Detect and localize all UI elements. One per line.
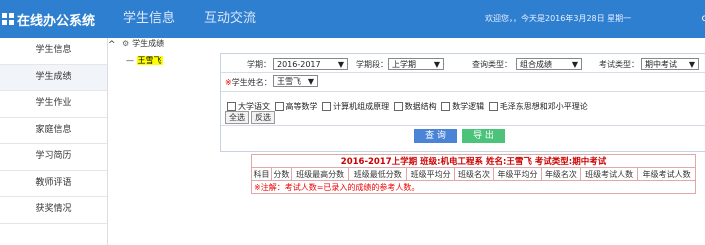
table-header: 班级最低分数 <box>348 167 407 181</box>
period-label: 学期段： <box>356 60 388 69</box>
sidebar-item-homework[interactable]: 学生作业 <box>0 91 107 118</box>
sidebar-item-student-info[interactable]: 学生信息 <box>0 38 107 65</box>
table-header: 班级最高分数 <box>290 167 350 181</box>
header-corner-text: c <box>701 13 705 24</box>
table-header: 科目 <box>251 167 272 181</box>
sidebar-item-family[interactable]: 家庭信息 <box>0 118 107 144</box>
table-header: 班级名次 <box>454 167 494 181</box>
query-type-value: 组合成绩 <box>520 60 552 69</box>
exam-type-value: 期中考试 <box>645 60 677 69</box>
select-all-button[interactable]: 全选 <box>225 111 249 124</box>
term-select[interactable]: 2016-2017 ▼ <box>273 58 348 70</box>
required-mark: ※ <box>225 78 232 87</box>
course-checkbox[interactable] <box>274 102 284 111</box>
app-brand: 在线办公系统 <box>0 0 95 38</box>
sidebar-item-teacher-comments[interactable]: 教师评语 <box>0 171 107 197</box>
course-label: 大学语文 <box>238 102 270 111</box>
course-label: 高等数学 <box>285 102 318 111</box>
course-checkbox[interactable] <box>488 102 498 111</box>
table-header: 班级平均分 <box>405 167 456 181</box>
breadcrumb-label: 学生成绩 <box>132 39 165 48</box>
export-button[interactable]: 导 出 <box>462 129 505 143</box>
nav-item-interaction[interactable]: 互动交流 <box>204 0 256 38</box>
chevron-down-icon: ▼ <box>571 60 578 69</box>
course-label: 数学逻辑 <box>452 102 485 111</box>
invert-selection-button[interactable]: 反选 <box>251 111 275 124</box>
chevron-down-icon: ▼ <box>307 77 314 86</box>
welcome-text: 欢迎您，，今天是2016年3月28日 星期一 <box>485 14 632 23</box>
table-header: 分数 <box>270 167 292 181</box>
student-name-select[interactable]: 王雪飞 ▼ <box>273 75 318 87</box>
student-name-label-text: 学生姓名： <box>231 78 272 87</box>
chevron-down-icon: ▼ <box>688 60 695 69</box>
course-checkbox-list: 大学语文 高等数学 计算机组成原理 数据结构 数学逻辑 毛泽东思想和邓小平理论 <box>225 101 588 112</box>
exam-type-label: 考试类型： <box>599 60 639 69</box>
course-checkbox[interactable] <box>393 102 403 111</box>
breadcrumb: ⚙ 学生成绩 <box>122 38 164 50</box>
sidebar-item-resume[interactable]: 学习简历 <box>0 144 107 171</box>
course-label: 毛泽东思想和邓小平理论 <box>499 102 588 111</box>
tree-student-node[interactable]: 王雪飞 <box>136 56 163 65</box>
query-type-select[interactable]: 组合成绩 ▼ <box>516 58 582 70</box>
course-checkbox[interactable] <box>441 102 451 111</box>
query-button[interactable]: 查 询 <box>414 129 457 143</box>
table-header: 年级平均分 <box>492 167 543 181</box>
course-checkbox[interactable] <box>322 102 332 111</box>
student-name-label: ※学生姓名： <box>225 77 272 88</box>
result-title: 2016-2017上学期 班级:机电工程系 姓名:王雪飞 考试类型:期中考试 <box>251 154 696 168</box>
top-header: 在线办公系统 学生信息 互动交流 欢迎您，，今天是2016年3月28日 星期一 … <box>0 0 705 38</box>
course-label: 计算机组成原理 <box>333 102 390 111</box>
gear-icon: ⚙ <box>122 39 130 48</box>
sidebar: 学生信息 学生成绩 学生作业 家庭信息 学习简历 教师评语 获奖情况 <box>0 38 108 245</box>
divider <box>221 91 705 92</box>
exam-type-select[interactable]: 期中考试 ▼ <box>641 58 699 70</box>
result-note: ※注解：考试人数=已录入的成绩的参考人数。 <box>251 180 696 194</box>
app-logo-icon <box>2 13 14 25</box>
term-label: 学期： <box>247 60 271 69</box>
divider <box>221 125 705 126</box>
period-select[interactable]: 上学期 ▼ <box>388 58 444 70</box>
app-title: 在线办公系统 <box>17 13 96 29</box>
collapse-icon[interactable]: ^ <box>108 40 116 50</box>
query-type-label: 查询类型： <box>472 60 512 69</box>
course-checkbox[interactable] <box>227 102 236 111</box>
chevron-down-icon: ▼ <box>337 60 344 69</box>
sidebar-item-awards[interactable]: 获奖情况 <box>0 197 107 224</box>
student-tree: — 王雪飞 <box>126 55 163 66</box>
period-select-value: 上学期 <box>392 60 416 69</box>
tree-prefix: — <box>126 56 134 65</box>
table-header: 年级名次 <box>541 167 581 181</box>
sidebar-item-student-grades[interactable]: 学生成绩 <box>0 64 107 91</box>
student-name-value: 王雪飞 <box>277 77 301 86</box>
term-select-value: 2016-2017 <box>277 60 321 69</box>
course-label: 数据结构 <box>404 102 437 111</box>
result-table: 2016-2017上学期 班级:机电工程系 姓名:王雪飞 考试类型:期中考试 科… <box>251 154 696 194</box>
divider <box>221 72 705 73</box>
table-header: 年级考试人数 <box>637 167 696 181</box>
nav-item-student-info[interactable]: 学生信息 <box>123 0 175 38</box>
table-header: 班级考试人数 <box>579 167 639 181</box>
chevron-down-icon: ▼ <box>433 60 440 69</box>
